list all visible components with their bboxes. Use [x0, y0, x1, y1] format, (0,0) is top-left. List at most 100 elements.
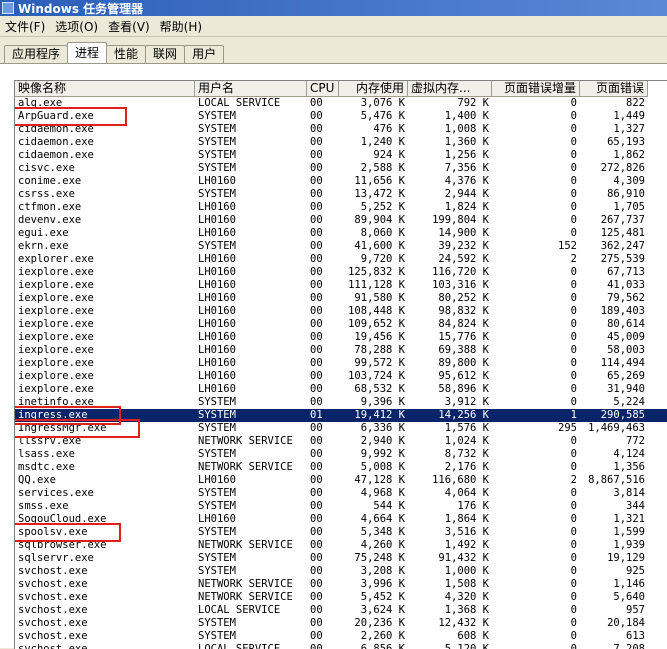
cell-page-faults: 1,705 [613, 201, 645, 213]
process-row[interactable]: svchost.exe SYSTEM 00 20,236 K 12,432 K 0 20,1… [15, 617, 667, 630]
cell-page-faults: 41,033 [607, 279, 645, 291]
process-row[interactable]: sqlservr.exe SYSTEM 00 75,248 K 91,432 K 0 19,… [15, 552, 667, 565]
cell-page-faults: 125,481 [600, 227, 645, 239]
cell-virtual-memory: 176 K [457, 500, 489, 512]
process-row[interactable]: svchost.exe NETWORK SERVICE 00 3,996 K 1,508… [15, 578, 667, 591]
cell-mem-usage: 11,656 K [354, 175, 405, 187]
cell-mem-usage: 6,856 K [360, 643, 405, 649]
process-row[interactable]: svchost.exe SYSTEM 00 3,208 K 1,000 K 0 925 [15, 565, 667, 578]
process-row[interactable]: ekrn.exe SYSTEM 00 41,600 K 39,232 K 152 362,2… [15, 240, 667, 253]
tab-processes[interactable]: 进程 [67, 42, 108, 63]
column-page-fault-delta[interactable]: 页面错误增量 [492, 81, 580, 97]
cell-cpu: 00 [310, 97, 323, 109]
process-row[interactable]: ingress.exe SYSTEM 01 19,412 K 14,256 K 1 290,… [15, 409, 667, 422]
cell-cpu: 00 [310, 110, 323, 122]
process-row[interactable]: ctfmon.exe LH0160 00 5,252 K 1,824 K 0 1,705 [15, 201, 667, 214]
process-row[interactable]: cidaemon.exe SYSTEM 00 1,240 K 1,360 K 0 65,19… [15, 136, 667, 149]
process-row[interactable]: iexplore.exe LH0160 00 68,532 K 58,896 K 0 31,… [15, 383, 667, 396]
menu-view[interactable]: 查看(V) [103, 18, 155, 35]
process-row[interactable]: iexplore.exe LH0160 00 19,456 K 15,776 K 0 45,… [15, 331, 667, 344]
title-bar: Windows 任务管理器 [0, 0, 667, 16]
tab-performance[interactable]: 性能 [106, 45, 147, 63]
cell-image-name: iexplore.exe [18, 266, 94, 278]
cell-image-name: QQ.exe [18, 474, 56, 486]
process-row[interactable]: cisvc.exe SYSTEM 00 2,588 K 7,356 K 0 272,826 [15, 162, 667, 175]
process-rows: alg.exe LOCAL SERVICE 00 3,076 K 792 K 0 822 Ar… [15, 97, 667, 649]
cell-virtual-memory: 12,432 K [438, 617, 489, 629]
cell-user-name: NETWORK SERVICE [198, 591, 293, 603]
cell-virtual-memory: 116,680 K [432, 474, 489, 486]
column-page-faults[interactable]: 页面错误 [580, 81, 648, 97]
cell-image-name: iexplore.exe [18, 279, 94, 291]
process-row[interactable]: smss.exe SYSTEM 00 544 K 176 K 0 344 [15, 500, 667, 513]
process-row[interactable]: explorer.exe LH0160 00 9,720 K 24,592 K 2 275,… [15, 253, 667, 266]
column-cpu[interactable]: CPU [307, 81, 339, 97]
tab-applications[interactable]: 应用程序 [4, 45, 69, 63]
process-row[interactable]: cidaemon.exe SYSTEM 00 924 K 1,256 K 0 1,862 [15, 149, 667, 162]
process-row[interactable]: svchost.exe NETWORK SERVICE 00 5,452 K 4,320… [15, 591, 667, 604]
tab-networking[interactable]: 联网 [145, 45, 186, 63]
process-row[interactable]: egui.exe LH0160 00 8,060 K 14,900 K 0 125,481 [15, 227, 667, 240]
process-row[interactable]: llssrv.exe NETWORK SERVICE 00 2,940 K 1,024 … [15, 435, 667, 448]
process-row[interactable]: iexplore.exe LH0160 00 109,652 K 84,824 K 0 80… [15, 318, 667, 331]
process-row[interactable]: ArpGuard.exe SYSTEM 00 5,476 K 1,400 K 0 1,449 [15, 110, 667, 123]
process-row[interactable]: iexplore.exe LH0160 00 91,580 K 80,252 K 0 79,… [15, 292, 667, 305]
column-user-name[interactable]: 用户名 [195, 81, 307, 97]
cell-image-name: iexplore.exe [18, 331, 94, 343]
cell-image-name: ArpGuard.exe [18, 110, 94, 122]
process-list[interactable]: 映像名称 用户名 CPU 内存使用 虚拟内存... 页面错误增量 页面错误 al… [14, 80, 667, 649]
cell-user-name: LH0160 [198, 266, 236, 278]
process-row[interactable]: lsass.exe SYSTEM 00 9,992 K 8,732 K 0 4,124 [15, 448, 667, 461]
process-row[interactable]: alg.exe LOCAL SERVICE 00 3,076 K 792 K 0 822 [15, 97, 667, 110]
cell-virtual-memory: 39,232 K [438, 240, 489, 252]
cell-user-name: SYSTEM [198, 630, 236, 642]
process-row[interactable]: iexplore.exe LH0160 00 78,288 K 69,388 K 0 58,… [15, 344, 667, 357]
process-row[interactable]: inetinfo.exe SYSTEM 00 9,396 K 3,912 K 0 5,224 [15, 396, 667, 409]
process-row[interactable]: sqlbrowser.exe NETWORK SERVICE 00 4,260 K 1,… [15, 539, 667, 552]
cell-user-name: LH0160 [198, 318, 236, 330]
process-row[interactable]: svchost.exe LOCAL SERVICE 00 3,624 K 1,368 K… [15, 604, 667, 617]
cell-page-fault-delta: 0 [570, 149, 577, 161]
cell-mem-usage: 108,448 K [348, 305, 405, 317]
menu-file[interactable]: 文件(F) [0, 18, 50, 35]
cell-user-name: SYSTEM [198, 396, 236, 408]
process-row[interactable]: svchost.exe LOCAL SERVICE 00 6,856 K 5,120 K… [15, 643, 667, 649]
cell-page-fault-delta: 295 [558, 422, 577, 434]
cell-page-fault-delta: 0 [570, 630, 577, 642]
process-row[interactable]: iexplore.exe LH0160 00 111,128 K 103,316 K 0 4… [15, 279, 667, 292]
cell-cpu: 00 [310, 318, 323, 330]
process-row[interactable]: iexplore.exe LH0160 00 99,572 K 89,800 K 0 114… [15, 357, 667, 370]
tab-users[interactable]: 用户 [184, 45, 225, 63]
process-row[interactable]: devenv.exe LH0160 00 89,904 K 199,804 K 0 267,… [15, 214, 667, 227]
process-row[interactable]: cidaemon.exe SYSTEM 00 476 K 1,008 K 0 1,327 [15, 123, 667, 136]
cell-page-faults: 275,539 [600, 253, 645, 265]
cell-cpu: 00 [310, 461, 323, 473]
process-row[interactable]: msdtc.exe NETWORK SERVICE 00 5,008 K 2,176 K… [15, 461, 667, 474]
cell-user-name: LH0160 [198, 305, 236, 317]
cell-mem-usage: 924 K [373, 149, 405, 161]
process-row[interactable]: iexplore.exe LH0160 00 108,448 K 98,832 K 0 18… [15, 305, 667, 318]
column-virtual-memory[interactable]: 虚拟内存... [408, 81, 492, 97]
process-row[interactable]: spoolsv.exe SYSTEM 00 5,348 K 3,516 K 0 1,599 [15, 526, 667, 539]
column-image-name[interactable]: 映像名称 [15, 81, 195, 97]
process-row[interactable]: SogouCloud.exe LH0160 00 4,664 K 1,864 K 0 1,3… [15, 513, 667, 526]
process-row[interactable]: QQ.exe LH0160 00 47,128 K 116,680 K 2 8,867,51… [15, 474, 667, 487]
cell-page-fault-delta: 0 [570, 552, 577, 564]
cell-mem-usage: 78,288 K [354, 344, 405, 356]
cell-user-name: LH0160 [198, 201, 236, 213]
cell-virtual-memory: 3,912 K [444, 396, 489, 408]
cell-image-name: iexplore.exe [18, 292, 94, 304]
process-row[interactable]: conime.exe LH0160 00 11,656 K 4,376 K 0 4,309 [15, 175, 667, 188]
menu-options[interactable]: 选项(O) [50, 18, 103, 35]
menu-help[interactable]: 帮助(H) [155, 18, 207, 35]
process-row[interactable]: services.exe SYSTEM 00 4,968 K 4,064 K 0 3,814 [15, 487, 667, 500]
process-row[interactable]: iexplore.exe LH0160 00 125,832 K 116,720 K 0 6… [15, 266, 667, 279]
process-row[interactable]: svchost.exe SYSTEM 00 2,260 K 608 K 0 613 [15, 630, 667, 643]
process-row[interactable]: iexplore.exe LH0160 00 103,724 K 95,612 K 0 65… [15, 370, 667, 383]
column-mem-usage[interactable]: 内存使用 [339, 81, 408, 97]
process-row[interactable]: IngressMgr.exe SYSTEM 00 6,336 K 1,576 K 295 1… [15, 422, 667, 435]
cell-image-name: msdtc.exe [18, 461, 75, 473]
cell-image-name: IngressMgr.exe [18, 422, 107, 434]
process-row[interactable]: csrss.exe SYSTEM 00 13,472 K 2,944 K 0 86,910 [15, 188, 667, 201]
cell-image-name: inetinfo.exe [18, 396, 94, 408]
